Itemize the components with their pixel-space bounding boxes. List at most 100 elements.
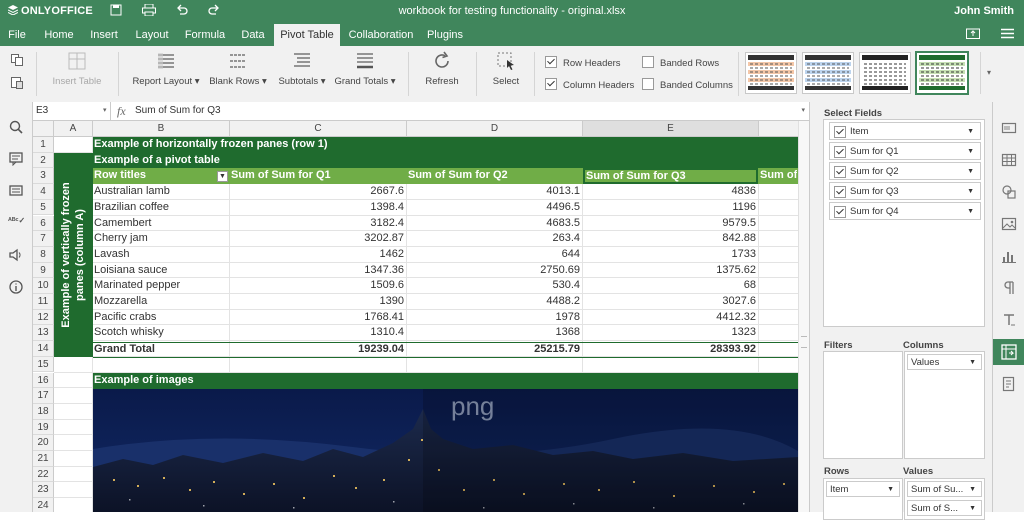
row-header[interactable]: 8 [33, 246, 54, 263]
pivot-value-cell[interactable]: 3202.87 [230, 231, 407, 247]
pivot-header-row-titles[interactable]: Row titles [94, 168, 146, 184]
name-box-dropdown-icon[interactable]: ▾ [103, 106, 107, 114]
pivot-row-title[interactable]: Scotch whisky [94, 325, 224, 341]
table-settings-icon[interactable] [1001, 152, 1017, 168]
row-header[interactable]: 4 [33, 184, 54, 200]
row-header[interactable]: 15 [33, 356, 54, 373]
search-icon[interactable] [9, 120, 23, 137]
field-sum-for-q4[interactable]: Sum for Q4 ▼ [829, 202, 981, 220]
image-settings-icon[interactable] [1001, 216, 1017, 232]
frozen-column-label[interactable]: Example of vertically frozen panes (colu… [59, 171, 89, 339]
pivot-value-cell[interactable]: 530.4 [407, 278, 583, 294]
row-header[interactable]: 11 [33, 294, 54, 310]
user-name[interactable]: John Smith [954, 5, 1014, 17]
pivot-row-title[interactable]: Mozzarella [94, 294, 224, 310]
row-titles-filter-dropdown-icon[interactable]: ▼ [217, 170, 228, 182]
pivot-style-green-selected[interactable] [915, 51, 969, 95]
row-header[interactable]: 22 [33, 466, 54, 483]
pivot-value-cell[interactable]: 1768.41 [230, 310, 407, 326]
spellcheck-icon[interactable]: ᴬᴮᶜ✓ [8, 216, 25, 225]
pivot-value-cell[interactable]: 4412.32 [583, 310, 759, 326]
column-header-c[interactable]: C [230, 121, 407, 137]
row-header[interactable]: 14 [33, 341, 54, 357]
columns-drop-area[interactable]: Values ▼ [904, 351, 985, 459]
pivot-header-q1[interactable]: Sum of Sum for Q1 [231, 168, 331, 184]
pivot-header-q4[interactable]: Sum of [760, 168, 797, 184]
pivot-value-cell[interactable]: 1390 [230, 294, 407, 310]
pivot-value-cell[interactable]: 4836 [583, 184, 759, 200]
rows-item-chip[interactable]: Item ▼ [826, 481, 900, 497]
column-header-d[interactable]: D [407, 121, 583, 137]
hamburger-menu-icon[interactable] [1001, 27, 1014, 42]
row-header[interactable]: 2 [33, 152, 54, 169]
grand-total-label[interactable]: Grand Total [94, 342, 155, 358]
paragraph-settings-icon[interactable] [1001, 280, 1017, 296]
tab-file[interactable]: File [0, 24, 34, 46]
columns-values-chip[interactable]: Values ▼ [907, 354, 982, 370]
pivot-header-q2[interactable]: Sum of Sum for Q2 [408, 168, 508, 184]
row-header[interactable]: 24 [33, 498, 54, 512]
pivot-value-cell[interactable]: 644 [407, 247, 583, 263]
row-headers-checkbox[interactable]: Row Headers [545, 56, 621, 69]
chat-icon[interactable] [9, 184, 23, 201]
row-header[interactable]: 5 [33, 199, 54, 216]
pivot-style-gray[interactable] [859, 52, 911, 94]
select-all-corner[interactable] [33, 121, 54, 137]
pivot-value-cell[interactable]: 1347.36 [230, 263, 407, 279]
select-button[interactable]: Select [486, 50, 526, 87]
pivot-row-title[interactable]: Brazilian coffee [94, 200, 224, 216]
pivot-value-cell[interactable]: 9579.5 [583, 216, 759, 232]
pivot-value-cell[interactable]: 3027.6 [583, 294, 759, 310]
tab-collaboration[interactable]: Collaboration [343, 24, 419, 46]
values-sum-chip-2[interactable]: Sum of S... ▼ [907, 500, 982, 516]
pivot-row-title[interactable]: Cherry jam [94, 231, 224, 247]
pivot-value-cell[interactable]: 1368 [407, 325, 583, 341]
pivot-row-title[interactable]: Australian lamb [94, 184, 224, 200]
scrollbar-thumb[interactable] [801, 336, 807, 348]
pivot-value-cell[interactable]: 3182.4 [230, 216, 407, 232]
rows-drop-area[interactable]: Item ▼ [823, 478, 903, 520]
pivot-value-cell[interactable]: 1462 [230, 247, 407, 263]
tab-data[interactable]: Data [232, 24, 274, 46]
tab-insert[interactable]: Insert [82, 24, 126, 46]
pivot-value-cell[interactable]: 4488.2 [407, 294, 583, 310]
pivot-value-cell[interactable]: 4013.1 [407, 184, 583, 200]
pivot-row-title[interactable]: Pacific crabs [94, 310, 224, 326]
pivot-row-title[interactable]: Marinated pepper [94, 278, 224, 294]
grand-total-q3[interactable]: 28393.92 [583, 342, 759, 358]
grand-total-q2[interactable]: 25215.79 [407, 342, 583, 358]
pivot-value-cell[interactable]: 1398.4 [230, 200, 407, 216]
paste-icon[interactable] [11, 76, 23, 92]
column-header-f[interactable] [759, 121, 798, 137]
filters-drop-area[interactable] [823, 351, 903, 459]
tab-plugins[interactable]: Plugins [421, 24, 469, 46]
pivot-value-cell[interactable]: 1196 [583, 200, 759, 216]
row-header[interactable]: 10 [33, 278, 54, 294]
banded-columns-checkbox[interactable]: Banded Columns [642, 78, 733, 91]
subtotals-button[interactable]: Subtotals ▾ [274, 50, 330, 87]
row-header[interactable]: 7 [33, 231, 54, 247]
styles-expand-chevron-icon[interactable]: ▾ [980, 52, 997, 94]
pivot-value-cell[interactable]: 4683.5 [407, 216, 583, 232]
cell-settings-icon[interactable] [1001, 120, 1017, 136]
row-header[interactable]: 13 [33, 325, 54, 342]
pivot-value-cell[interactable]: 2667.6 [230, 184, 407, 200]
tab-home[interactable]: Home [36, 24, 82, 46]
refresh-button[interactable]: Refresh [420, 50, 464, 87]
signature-settings-icon[interactable] [1001, 376, 1017, 392]
pivot-value-cell[interactable]: 68 [583, 278, 759, 294]
city-night-image[interactable]: png [93, 388, 798, 512]
pivot-value-cell[interactable]: 1509.6 [230, 278, 407, 294]
speaker-icon[interactable] [9, 248, 23, 265]
pivot-value-cell[interactable]: 1978 [407, 310, 583, 326]
pivot-table-settings-icon[interactable] [993, 339, 1024, 365]
row-header[interactable]: 3 [33, 168, 54, 185]
chart-settings-icon[interactable] [1001, 248, 1017, 264]
spreadsheet-grid[interactable]: A B C D E 1 2 3 4 5 6 7 8 9 10 11 12 13 14 15 16 17 18 19 2… [33, 121, 798, 512]
copy-icon[interactable] [11, 54, 23, 69]
pivot-value-cell[interactable]: 2750.69 [407, 263, 583, 279]
field-item[interactable]: Item ▼ [829, 122, 981, 140]
formula-input[interactable]: Sum of Sum for Q3 [135, 102, 221, 120]
row-header[interactable]: 17 [33, 388, 54, 404]
pivot-row-title[interactable]: Lavash [94, 247, 224, 263]
